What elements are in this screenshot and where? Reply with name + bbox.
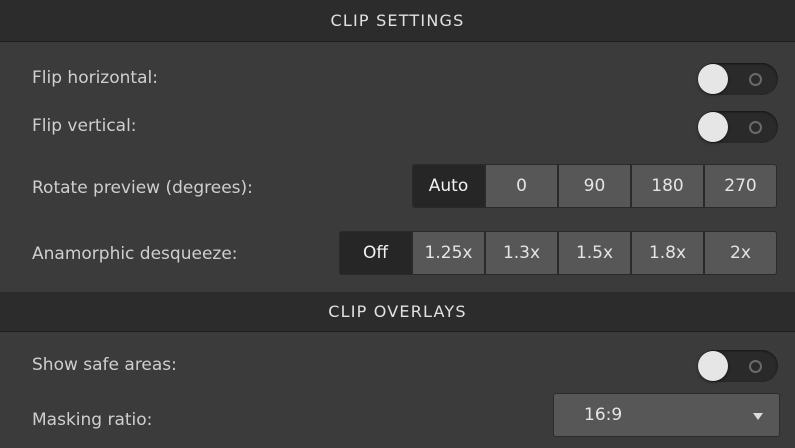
clip-settings-panel: CLIP SETTINGS Flip horizontal: Flip vert… bbox=[0, 0, 795, 448]
chevron-down-icon bbox=[753, 413, 763, 420]
desqueeze-option-2x[interactable]: 2x bbox=[705, 232, 776, 274]
show-safe-areas-label: Show safe areas: bbox=[32, 355, 177, 375]
rotate-option-180[interactable]: 180 bbox=[632, 165, 703, 207]
desqueeze-option-1-25x[interactable]: 1.25x bbox=[413, 232, 484, 274]
desqueeze-option-1-3x[interactable]: 1.3x bbox=[486, 232, 557, 274]
desqueeze-option-1-8x[interactable]: 1.8x bbox=[632, 232, 703, 274]
anamorphic-desqueeze-segmented: Off 1.25x 1.3x 1.5x 1.8x 2x bbox=[339, 231, 777, 275]
toggle-off-icon bbox=[749, 121, 762, 134]
masking-ratio-label: Masking ratio: bbox=[32, 410, 153, 430]
clip-overlays-header: CLIP OVERLAYS bbox=[0, 292, 795, 332]
rotate-option-auto[interactable]: Auto bbox=[413, 165, 484, 207]
rotate-option-270[interactable]: 270 bbox=[705, 165, 776, 207]
rotate-option-0[interactable]: 0 bbox=[486, 165, 557, 207]
rotate-preview-label: Rotate preview (degrees): bbox=[32, 178, 253, 198]
toggle-knob bbox=[698, 351, 728, 381]
clip-settings-header: CLIP SETTINGS bbox=[0, 0, 795, 42]
flip-vertical-label: Flip vertical: bbox=[32, 116, 137, 136]
rotate-preview-segmented: Auto 0 90 180 270 bbox=[412, 164, 777, 208]
clip-overlays-title: CLIP OVERLAYS bbox=[328, 302, 467, 321]
rotate-option-90[interactable]: 90 bbox=[559, 165, 630, 207]
desqueeze-option-1-5x[interactable]: 1.5x bbox=[559, 232, 630, 274]
flip-horizontal-toggle[interactable] bbox=[698, 63, 778, 95]
toggle-off-icon bbox=[749, 73, 762, 86]
toggle-knob bbox=[698, 64, 728, 94]
toggle-off-icon bbox=[749, 360, 762, 373]
flip-horizontal-label: Flip horizontal: bbox=[32, 68, 158, 88]
flip-vertical-toggle[interactable] bbox=[698, 111, 778, 143]
anamorphic-desqueeze-label: Anamorphic desqueeze: bbox=[32, 244, 238, 264]
show-safe-areas-toggle[interactable] bbox=[698, 350, 778, 382]
clip-settings-title: CLIP SETTINGS bbox=[330, 11, 465, 30]
masking-ratio-dropdown[interactable]: 16:9 bbox=[553, 393, 780, 437]
desqueeze-option-off[interactable]: Off bbox=[340, 232, 411, 274]
toggle-knob bbox=[698, 112, 728, 142]
masking-ratio-value: 16:9 bbox=[584, 405, 623, 425]
